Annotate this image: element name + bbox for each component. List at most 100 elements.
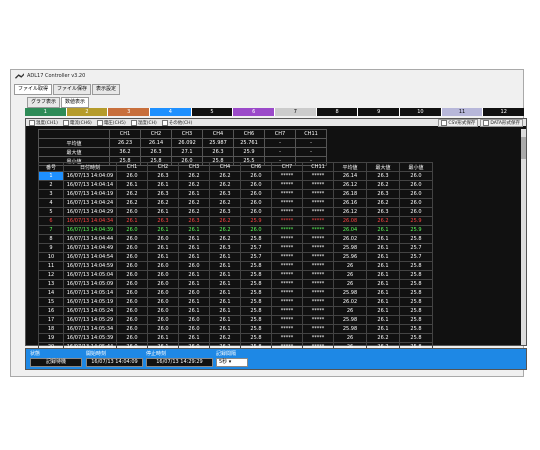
table-cell: 26	[333, 333, 367, 343]
summary-cell: 26.3	[140, 147, 172, 157]
interval-select[interactable]: 5秒 ▾	[216, 358, 248, 367]
table-cell: 26.1	[178, 333, 210, 343]
table-header-cell[interactable]: 日付時刻	[63, 162, 117, 172]
table-row[interactable]: 15 16/07/13 14:05:19 26.0 26.0 26.1 26.1 25.8 *…	[38, 297, 433, 307]
table-cell: 25.8	[240, 261, 272, 271]
table-cell: 16/07/13 14:04:49	[63, 243, 117, 253]
table-cell: *****	[271, 324, 303, 334]
table-row[interactable]: 3 16/07/13 14:04:19 26.2 26.3 26.1 26.3 26.0 **…	[38, 189, 433, 199]
check-current[interactable]: 電流(CH6)	[62, 119, 92, 126]
table-cell: 26.2	[209, 180, 241, 190]
table-row[interactable]: 10 16/07/13 14:04:54 26.0 26.1 26.1 26.1 25.7 *…	[38, 252, 433, 262]
table-cell: 26.1	[147, 252, 179, 262]
table-row[interactable]: 7 16/07/13 14:04:39 26.0 26.1 26.1 26.2 26.0 **…	[38, 225, 433, 235]
table-row[interactable]: 6 16/07/13 14:04:34 26.1 26.3 26.3 26.2 25.9 **…	[38, 216, 433, 226]
tab-graph-view[interactable]: グラフ表示	[27, 97, 61, 108]
table-row[interactable]: 4 16/07/13 14:04:24 26.2 26.2 26.2 26.2 26.0 **…	[38, 198, 433, 208]
table-cell: 26.3	[366, 207, 400, 217]
table-cell: 26.0	[147, 234, 179, 244]
summary-cell: 36.2	[109, 147, 141, 157]
table-header-cell[interactable]: 最大値	[366, 162, 400, 172]
table-row[interactable]: 11 16/07/13 14:04:59 26.0 26.0 26.0 26.1 25.8 *…	[38, 261, 433, 271]
table-cell: 26.2	[366, 180, 400, 190]
table-row[interactable]: 17 16/07/13 14:05:29 26.0 26.0 26.0 26.1 25.8 *…	[38, 315, 433, 325]
table-cell: 26.1	[366, 288, 400, 298]
table-cell: 26.12	[333, 180, 367, 190]
table-header-cell[interactable]: CH7	[271, 162, 303, 172]
tab-file-save[interactable]: ファイル保存	[53, 84, 92, 95]
table-cell: 26	[333, 306, 367, 316]
table-cell: 26.0	[240, 171, 272, 181]
table-cell: 26.1	[147, 333, 179, 343]
table-row[interactable]: 14 16/07/13 14:05:14 26.0 26.0 26.0 26.1 25.8 *…	[38, 288, 433, 298]
channel-segment: 7	[275, 108, 317, 116]
check-other[interactable]: その他(CH)	[161, 119, 192, 126]
table-row[interactable]: 13 16/07/13 14:05:09 26.0 26.0 26.1 26.1 25.8 *…	[38, 279, 433, 289]
summary-cell: 26.3	[202, 147, 234, 157]
table-cell: 26.1	[366, 279, 400, 289]
table-header-cell[interactable]: 最小値	[399, 162, 433, 172]
table-cell: *****	[271, 198, 303, 208]
table-cell: 26.1	[178, 252, 210, 262]
table-header-cell[interactable]: CH3	[178, 162, 210, 172]
table-header-cell[interactable]: 平均値	[333, 162, 367, 172]
table-header-cell[interactable]: CH2	[147, 162, 179, 172]
tab-file-get[interactable]: ファイル取得	[14, 84, 53, 95]
table-header-cell[interactable]: CH1	[116, 162, 148, 172]
table-row[interactable]: 18 16/07/13 14:05:34 26.0 26.0 26.0 26.1 25.8 *…	[38, 324, 433, 334]
table-cell: 26.2	[178, 180, 210, 190]
table-header-cell[interactable]: CH4	[209, 162, 241, 172]
table-cell: 16/07/13 14:04:19	[63, 189, 117, 199]
table-cell: 26.0	[147, 297, 179, 307]
status-bar: 状態 開始時刻 停止時刻 記録間隔 記録待機 16/07/13 14:04:09…	[25, 348, 527, 370]
table-row[interactable]: 12 16/07/13 14:05:04 26.0 26.0 26.1 26.1 25.8 *…	[38, 270, 433, 280]
table-cell: 25.9	[399, 225, 433, 235]
export-options: CSV形式保存 DATA形式保存	[438, 118, 526, 127]
tab-numeric-view[interactable]: 数値表示	[61, 97, 90, 108]
table-cell: 25.8	[240, 297, 272, 307]
check-temp[interactable]: 温度(CH1)	[29, 119, 58, 126]
chevron-down-icon: ▾	[228, 359, 232, 365]
table-cell: 26.3	[147, 189, 179, 199]
table-cell: *****	[302, 234, 334, 244]
check-humidity[interactable]: 湿度(CH)	[130, 119, 157, 126]
table-cell: 26.1	[366, 270, 400, 280]
table-header-cell[interactable]: 番号	[38, 162, 64, 172]
table-cell: 26.0	[178, 288, 210, 298]
table-header-cell[interactable]: CH6	[240, 162, 272, 172]
table-cell: 25.8	[240, 288, 272, 298]
table-scrollbar[interactable]	[521, 129, 526, 345]
table-row[interactable]: 2 16/07/13 14:04:14 26.1 26.1 26.2 26.2 26.0 **…	[38, 180, 433, 190]
table-cell: 26.3	[209, 207, 241, 217]
table-cell: *****	[302, 198, 334, 208]
table-cell: 26.2	[209, 171, 241, 181]
table-row[interactable]: 1 16/07/13 14:04:09 26.0 26.3 26.2 26.2 26.0 **…	[38, 171, 433, 181]
table-cell: 26.1	[366, 252, 400, 262]
table-cell: 26.0	[116, 234, 148, 244]
table-row[interactable]: 5 16/07/13 14:04:29 26.0 26.1 26.2 26.3 26.0 **…	[38, 207, 433, 217]
summary-cell: -	[264, 147, 296, 157]
check-voltage[interactable]: 電圧(CH5)	[96, 119, 126, 126]
scrollbar-thumb[interactable]	[521, 137, 526, 159]
table-cell: 25.8	[240, 324, 272, 334]
table-header-cell[interactable]: CH11	[302, 162, 334, 172]
csv-save-button[interactable]: CSV形式保存	[438, 118, 479, 127]
table-cell: 26.2	[209, 216, 241, 226]
table-cell: 8	[38, 234, 64, 244]
table-row[interactable]: 8 16/07/13 14:04:44 26.0 26.0 26.1 26.2 25.8 **…	[38, 234, 433, 244]
table-cell: *****	[271, 171, 303, 181]
data-save-button[interactable]: DATA形式保存	[480, 118, 523, 127]
table-row[interactable]: 16 16/07/13 14:05:24 26.0 26.0 26.1 26.1 25.8 *…	[38, 306, 433, 316]
table-cell: 26.14	[333, 171, 367, 181]
channel-segment: 3	[108, 108, 151, 116]
table-cell: 26.0	[116, 288, 148, 298]
summary-row: 平均値 26.23 26.14 26.092 25.987 25.761- -	[38, 138, 327, 148]
table-cell: 26	[333, 279, 367, 289]
table-row[interactable]: 19 16/07/13 14:05:39 26.0 26.1 26.1 26.2 25.8 *…	[38, 333, 433, 343]
tab-display-settings[interactable]: 表示設定	[92, 84, 121, 95]
table-cell: 26.1	[147, 180, 179, 190]
table-cell: 26.2	[116, 189, 148, 199]
table-row[interactable]: 9 16/07/13 14:04:49 26.0 26.1 26.1 26.3 25.7 **…	[38, 243, 433, 253]
table-cell: 11	[38, 261, 64, 271]
table-cell: 26.0	[147, 279, 179, 289]
